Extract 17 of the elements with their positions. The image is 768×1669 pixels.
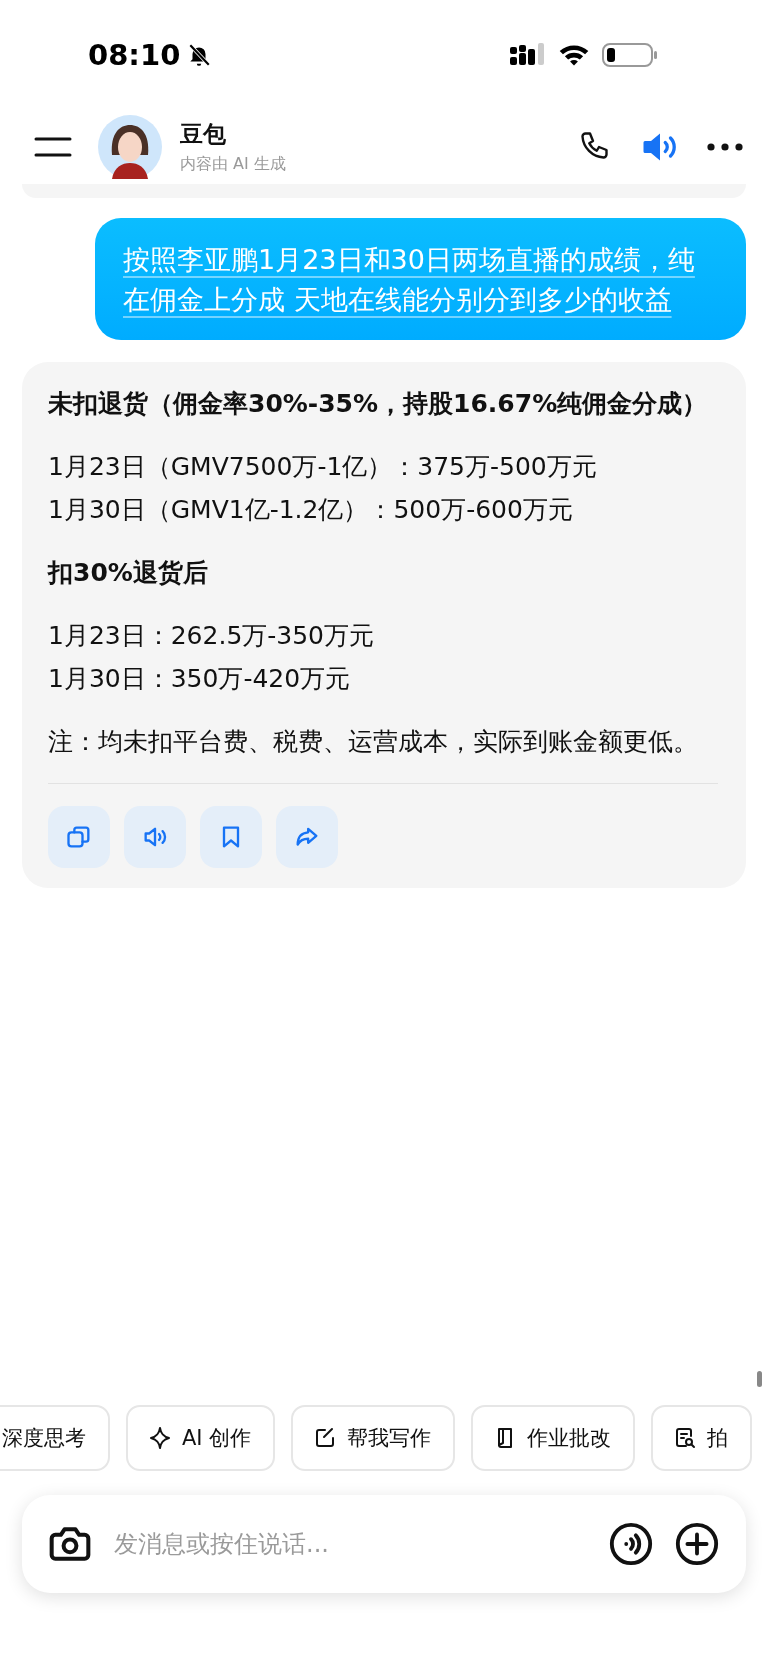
shortcut-chip[interactable]: AI 创作 [126,1405,276,1471]
status-time: 08:10 [88,38,181,72]
answer-text: 1月30日（GMV1亿-1.2亿）：500万-600万元 [48,494,574,526]
answer-text: 1月23日（GMV7500万-1亿）：375万-500万元 [48,451,598,483]
bot-name: 豆包 [180,120,227,149]
answer-text: 注：均未扣平台费、税费、运营成本，实际到账金额更低。 [48,726,699,758]
answer-heading: 未扣退货（佣金率30%-35%，持股16.67%纯佣金分成） [48,388,709,420]
shortcut-chip[interactable]: 帮我写作 [291,1405,456,1471]
shortcut-chip[interactable]: 深度思考 [0,1405,110,1471]
user-message: 按照李亚鹏1月23日和30日两场直播的成绩，纯在佣金上分成 天地在线能分别分到多少的收益 [123,243,696,317]
message-input[interactable]: 发消息或按住说话... [112,1529,588,1559]
answer-text: 1月23日：262.5万-350万元 [48,620,376,652]
shortcut-chip[interactable]: 拍 [651,1405,753,1471]
ai-disclaimer: 内容由 AI 生成 [180,154,286,175]
shortcut-chip[interactable]: 作业批改 [471,1405,636,1471]
answer-heading: 扣30%退货后 [48,557,209,589]
answer-text: 1月30日：350万-420万元 [48,663,352,695]
